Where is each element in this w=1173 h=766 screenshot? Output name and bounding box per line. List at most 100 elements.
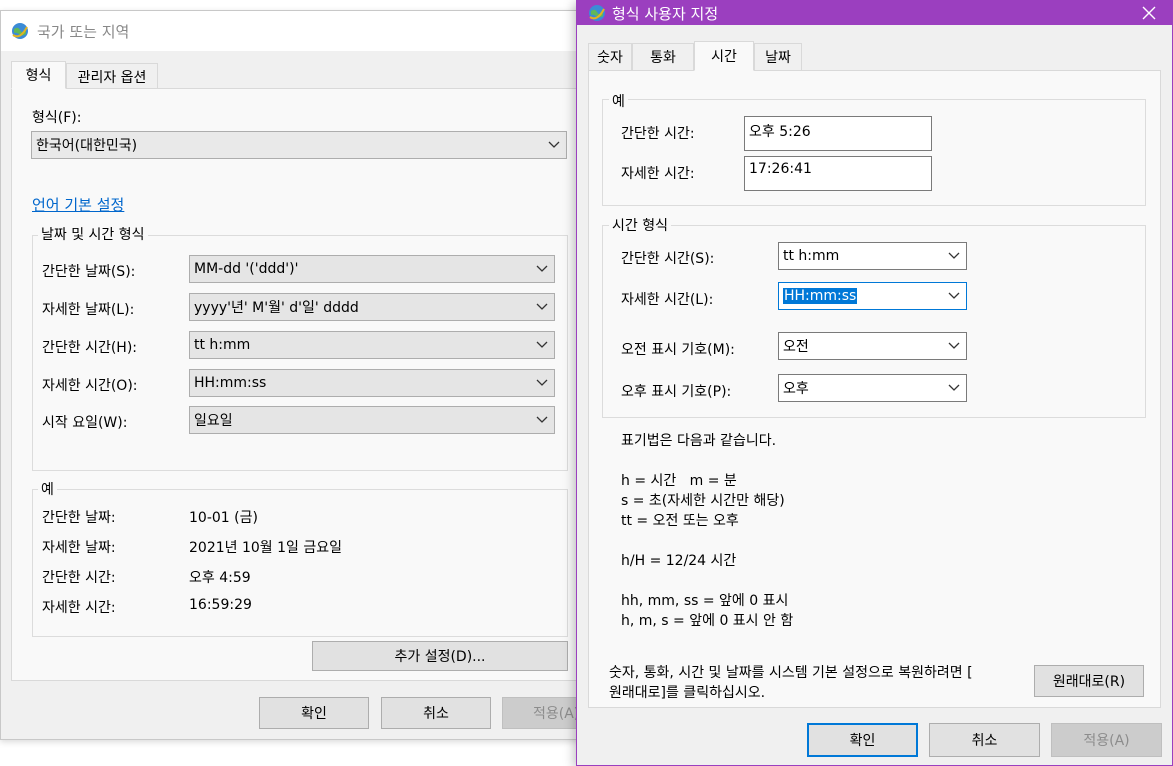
example-long-time-value: 17:26:41 (749, 161, 812, 177)
am-symbol-select[interactable]: 오전 (778, 332, 967, 360)
long-time-label: 자세한 시간(O): (42, 378, 138, 394)
example-group-title: 예 (609, 91, 628, 111)
short-time-value: tt h:mm (783, 248, 840, 264)
format-panel: 형식(F): 한국어(대한민국) 언어 기본 설정 날짜 및 시간 형식 간단한… (11, 88, 581, 681)
chevron-down-icon (536, 341, 548, 348)
reset-text-line: 원래대로]를 클릭하십시오. (609, 685, 766, 701)
notation-line: h/H = 12/24 시간 (621, 553, 737, 569)
tab-label: 형식 (25, 68, 52, 84)
notation-line: tt = 오전 또는 오후 (621, 513, 739, 529)
button-label: 적용(A) (1083, 733, 1130, 749)
example-long-time-label: 자세한 시간: (42, 600, 116, 616)
short-time-select[interactable]: tt h:mm (189, 331, 555, 359)
example-long-time-box: 17:26:41 (744, 156, 932, 191)
tab-label: 날짜 (765, 50, 791, 66)
notation-line: 표기법은 다음과 같습니다. (621, 433, 777, 449)
close-icon[interactable] (1142, 6, 1156, 20)
button-label: 확인 (301, 706, 327, 722)
button-label: 취소 (423, 706, 449, 722)
chevron-down-icon (948, 252, 960, 259)
chevron-down-icon (536, 303, 548, 310)
example-short-date-label: 간단한 날짜: (42, 510, 116, 526)
tab-time[interactable]: 시간 (694, 41, 754, 71)
additional-settings-button[interactable]: 추가 설정(D)... (312, 641, 568, 671)
title-bar[interactable]: 형식 사용자 지정 (577, 1, 1172, 25)
title-bar[interactable]: 국가 또는 지역 (1, 11, 579, 51)
tab-label: 관리자 옵션 (77, 69, 147, 86)
apply-button[interactable]: 적용(A) (1051, 723, 1162, 757)
language-preferences-link[interactable]: 언어 기본 설정 (32, 194, 124, 215)
cancel-button[interactable]: 취소 (929, 723, 1040, 757)
cancel-button[interactable]: 취소 (381, 697, 491, 729)
long-date-label: 자세한 날짜(L): (42, 302, 135, 318)
long-date-value: yyyy'년' M'월' d'일' dddd (194, 300, 359, 316)
chevron-down-icon (536, 416, 548, 423)
format-select[interactable]: 한국어(대한민국) (31, 131, 567, 159)
reset-instructions: 숫자, 통화, 시간 및 날짜를 시스템 기본 설정으로 복원하려면 [ 원래대… (609, 663, 973, 703)
short-time-label: 간단한 시간(H): (42, 340, 138, 356)
button-label: 적용(A) (533, 706, 580, 722)
reset-text-line: 숫자, 통화, 시간 및 날짜를 시스템 기본 설정으로 복원하려면 [ (609, 665, 973, 681)
chevron-down-icon (948, 292, 960, 299)
first-day-label: 시작 요일(W): (42, 415, 128, 431)
time-panel: 예 간단한 시간: 오후 5:26 자세한 시간: 17:26:41 시간 형식… (588, 70, 1161, 708)
globe-icon (12, 23, 28, 39)
example-short-time-value: 오후 5:26 (749, 124, 811, 140)
button-label: 취소 (971, 733, 998, 749)
short-date-select[interactable]: MM-dd '('ddd')' (189, 255, 555, 283)
notation-help-text: 표기법은 다음과 같습니다. h = 시간 m = 분 s = 초(자세한 시간… (621, 431, 793, 631)
pm-symbol-label: 오후 표시 기호(P): (621, 384, 732, 400)
time-format-group-title: 시간 형식 (609, 215, 671, 235)
pm-symbol-value: 오후 (783, 381, 809, 397)
example-long-date-label: 자세한 날짜: (42, 540, 116, 556)
tab-date[interactable]: 날짜 (754, 43, 802, 70)
tab-currency[interactable]: 통화 (632, 43, 694, 70)
tab-number[interactable]: 숫자 (588, 43, 632, 70)
notation-line: hh, mm, ss = 앞에 0 표시 (621, 593, 789, 609)
long-time-select[interactable]: HH:mm:ss (189, 369, 555, 397)
short-date-label: 간단한 날짜(S): (42, 264, 136, 280)
example-short-time-label: 간단한 시간: (621, 126, 695, 142)
chevron-down-icon (548, 141, 560, 148)
tab-label: 숫자 (597, 50, 623, 66)
example-group-title: 예 (38, 479, 57, 499)
chevron-down-icon (948, 384, 960, 391)
example-short-time-value: 오후 4:59 (189, 570, 251, 586)
ok-button[interactable]: 확인 (259, 697, 369, 729)
notation-line (621, 451, 793, 471)
pm-symbol-select[interactable]: 오후 (778, 374, 967, 402)
format-select-value: 한국어(대한민국) (36, 138, 138, 154)
chevron-down-icon (948, 342, 960, 349)
chevron-down-icon (536, 379, 548, 386)
customize-format-window: 형식 사용자 지정 숫자 통화 시간 날짜 예 간단한 시간: 오후 5:26 … (576, 0, 1173, 766)
button-label: 확인 (849, 733, 876, 749)
long-time-value[interactable]: HH:mm:ss (783, 288, 858, 304)
am-symbol-value: 오전 (783, 339, 809, 355)
tab-admin-options[interactable]: 관리자 옵션 (66, 63, 158, 89)
short-time-select[interactable]: tt h:mm (778, 242, 967, 270)
notation-line: h = 시간 m = 분 (621, 473, 737, 489)
tab-label: 시간 (711, 49, 737, 65)
reset-button[interactable]: 원래대로(R) (1034, 665, 1144, 697)
button-label: 원래대로(R) (1052, 674, 1126, 690)
notation-line: h, m, s = 앞에 0 표시 안 함 (621, 613, 794, 629)
example-long-time-label: 자세한 시간: (621, 166, 695, 182)
example-long-date-value: 2021년 10월 1일 금요일 (189, 540, 342, 556)
long-date-select[interactable]: yyyy'년' M'월' d'일' dddd (189, 293, 555, 321)
window-title: 국가 또는 지역 (37, 23, 130, 41)
globe-icon (589, 5, 605, 21)
example-short-date-value: 10-01 (금) (189, 510, 258, 526)
button-label: 추가 설정(D)... (394, 649, 486, 665)
tab-format[interactable]: 형식 (11, 61, 66, 89)
example-long-time-value: 16:59:29 (189, 597, 252, 613)
short-date-value: MM-dd '('ddd')' (194, 261, 299, 277)
first-day-select[interactable]: 일요일 (189, 406, 555, 434)
notation-line (621, 531, 793, 551)
tab-label: 통화 (650, 50, 676, 66)
long-time-label: 자세한 시간(L): (621, 292, 714, 308)
ok-button[interactable]: 확인 (807, 723, 918, 757)
window-title: 형식 사용자 지정 (612, 5, 719, 23)
long-time-select[interactable]: HH:mm:ss (778, 282, 967, 310)
am-symbol-label: 오전 표시 기호(M): (621, 342, 735, 358)
notation-line: s = 초(자세한 시간만 해당) (621, 493, 785, 509)
